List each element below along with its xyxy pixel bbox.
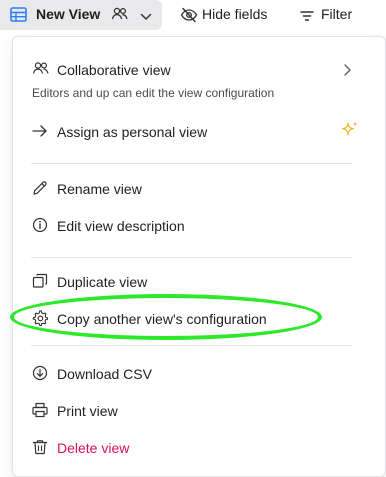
chevron-right-icon — [342, 63, 352, 82]
menu-divider — [31, 163, 352, 164]
copy-icon — [30, 271, 50, 291]
menu-item-duplicate-view[interactable]: Duplicate view — [13, 265, 385, 297]
duplicate-view-label: Duplicate view — [57, 274, 148, 290]
printer-icon — [30, 400, 50, 420]
menu-item-rename-view[interactable]: Rename view — [13, 172, 385, 204]
download-csv-label: Download CSV — [57, 366, 152, 382]
edit-description-label: Edit view description — [57, 218, 185, 234]
copy-configuration-label: Copy another view's configuration — [57, 311, 267, 327]
filter-label: Filter — [321, 6, 353, 22]
arrow-right-icon — [30, 121, 50, 141]
hide-fields-label: Hide fields — [202, 6, 268, 22]
menu-divider — [31, 345, 352, 346]
view-toolbar: New View Hide fields Filter — [0, 0, 386, 30]
people-icon — [31, 59, 51, 79]
menu-divider — [31, 257, 352, 258]
grid-view-icon — [10, 7, 27, 27]
menu-item-print-view[interactable]: Print view — [13, 394, 385, 426]
filter-button[interactable]: Filter — [296, 0, 386, 30]
menu-item-copy-configuration[interactable]: Copy another view's configuration — [13, 302, 385, 334]
trash-icon — [30, 437, 50, 457]
menu-item-delete-view[interactable]: Delete view — [13, 431, 385, 463]
gear-icon — [30, 308, 50, 328]
rename-view-label: Rename view — [57, 181, 142, 197]
download-icon — [30, 363, 50, 383]
print-view-label: Print view — [57, 403, 118, 419]
view-name: New View — [36, 6, 101, 22]
menu-item-assign-personal-view[interactable]: Assign as personal view — [13, 115, 385, 147]
sparkle-icon — [340, 120, 360, 145]
view-options-menu: Collaborative view Editors and up can ed… — [12, 36, 386, 477]
menu-item-collaborative-view[interactable]: Collaborative view — [13, 55, 385, 87]
filter-icon — [300, 9, 314, 27]
collaborative-view-description: Editors and up can edit the view configu… — [32, 86, 275, 100]
info-icon — [30, 215, 50, 235]
menu-item-edit-description[interactable]: Edit view description — [13, 209, 385, 241]
hide-fields-button[interactable]: Hide fields — [176, 0, 280, 30]
eye-slash-icon — [180, 7, 198, 28]
collaborative-view-label: Collaborative view — [57, 62, 171, 78]
delete-view-label: Delete view — [57, 440, 130, 456]
chevron-down-icon — [140, 9, 152, 27]
pencil-icon — [30, 178, 50, 198]
assign-personal-view-label: Assign as personal view — [57, 124, 208, 140]
menu-item-download-csv[interactable]: Download CSV — [13, 357, 385, 389]
people-icon — [111, 6, 129, 27]
view-switcher-button[interactable]: New View — [0, 0, 162, 30]
